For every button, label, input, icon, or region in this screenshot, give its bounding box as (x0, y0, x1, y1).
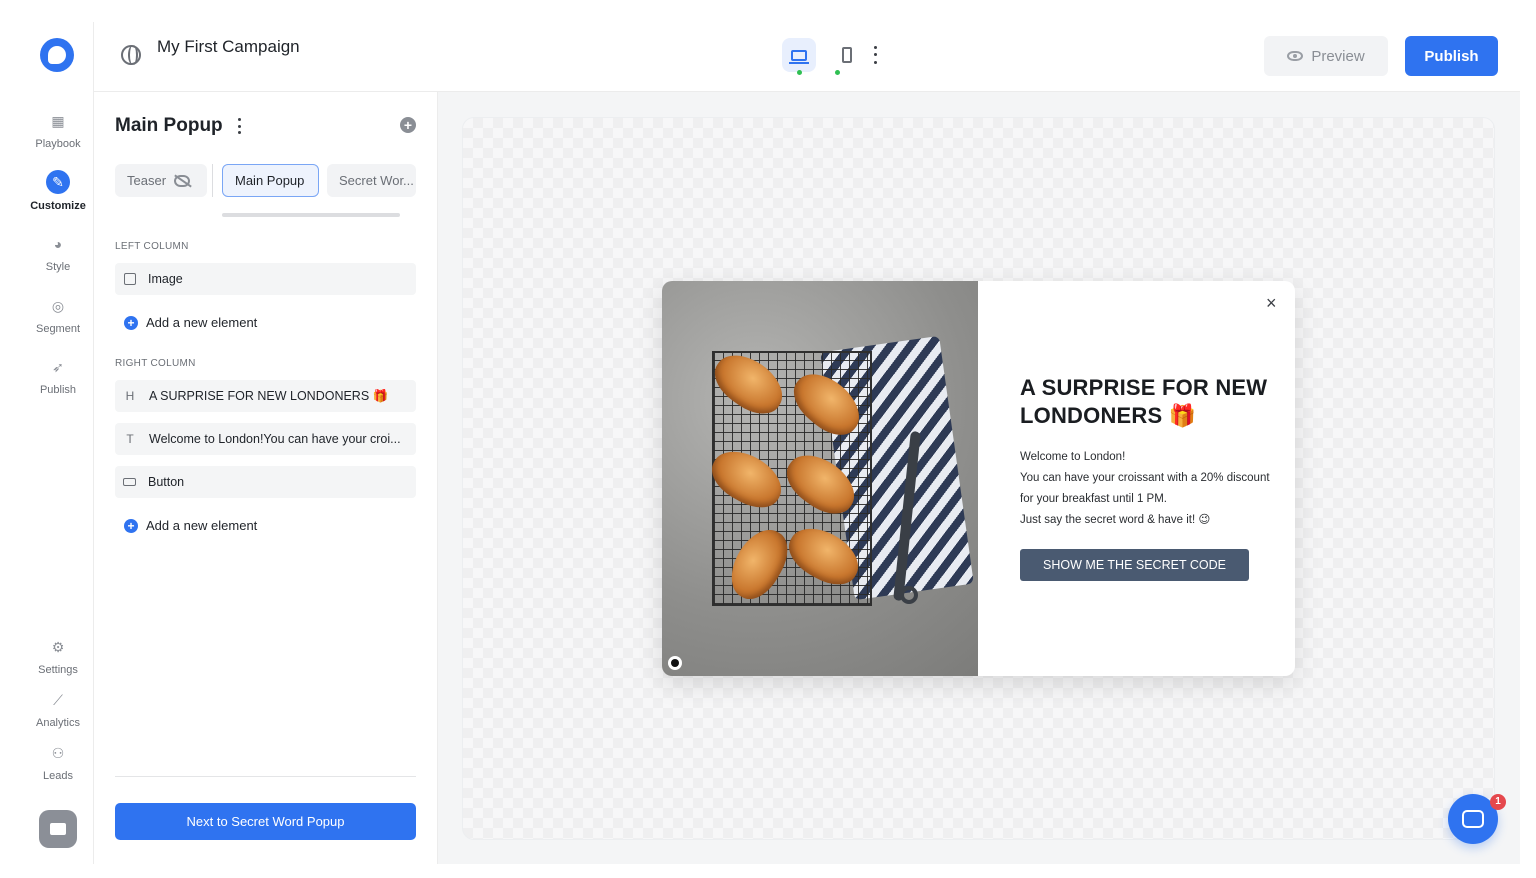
mobile-view-button[interactable] (830, 38, 864, 72)
right-column-label: RIGHT COLUMN (115, 358, 196, 369)
brand-badge-icon (668, 656, 682, 670)
rail-item-label: Publish (39, 384, 77, 396)
tab-secret-word[interactable]: Secret Wor... (327, 164, 416, 197)
rail-item-label: Segment (35, 323, 81, 335)
text-icon: T (126, 432, 134, 446)
users-icon: ⚇ (51, 744, 65, 761)
palette-icon: ◕ (53, 236, 63, 252)
more-options-icon[interactable] (870, 44, 880, 66)
add-element-right-button[interactable]: + Add a new element (124, 518, 257, 533)
tabs-scrollbar[interactable] (222, 213, 400, 217)
tab-label: Main Popup (235, 173, 305, 188)
chat-icon (1462, 810, 1484, 828)
popup-body[interactable]: Welcome to London! You can have your cro… (1020, 447, 1270, 531)
brand-logo[interactable] (40, 38, 74, 72)
element-row-heading[interactable]: H A SURPRISE FOR NEW LONDONERS 🎁 (115, 380, 416, 412)
image-icon (124, 273, 136, 285)
add-element-label: Add a new element (146, 518, 258, 533)
publish-button[interactable]: Publish (1405, 36, 1498, 76)
mobile-icon (842, 47, 852, 63)
gear-icon: ⚙ (51, 638, 65, 655)
panel-title: Main Popup (115, 115, 223, 136)
globe-icon[interactable] (121, 45, 141, 65)
chat-notification-badge: 1 (1490, 794, 1506, 810)
rail-item-playbook[interactable]: ▦ Playbook (22, 110, 94, 151)
grid-icon: ▦ (51, 112, 65, 129)
element-row-text[interactable]: T Welcome to London!You can have your cr… (115, 423, 416, 455)
desktop-view-button[interactable] (782, 38, 816, 72)
editor-panel: Main Popup + Teaser Main Popup Secret Wo… (94, 92, 438, 864)
element-label: Welcome to London!You can have your croi… (149, 432, 401, 446)
rail-item-label: Style (45, 261, 71, 273)
chart-line-icon: ⟋ (53, 691, 63, 708)
rail-item-label: Leads (43, 770, 73, 782)
pencil-icon: ✎ (46, 170, 70, 194)
rail-item-publish[interactable]: ➶ Publish (22, 356, 94, 397)
preview-button[interactable]: Preview (1264, 36, 1388, 76)
element-row-button[interactable]: Button (115, 466, 416, 498)
element-label: Image (148, 272, 183, 286)
popup-preview[interactable]: × A SURPRISE FOR NEW LONDONERS 🎁 Welcome… (662, 281, 1295, 676)
element-label: A SURPRISE FOR NEW LONDONERS 🎁 (149, 388, 389, 403)
add-element-left-button[interactable]: + Add a new element (124, 315, 257, 330)
panel-divider (115, 776, 416, 777)
tab-main-popup[interactable]: Main Popup (222, 164, 319, 197)
popup-body-line: Just say the secret word & have it! 😉 (1020, 514, 1211, 526)
rail-item-label: Customize (30, 200, 86, 212)
preview-label: Preview (1311, 47, 1365, 65)
rail-item-label: Analytics (35, 717, 81, 729)
campaign-title[interactable]: My First Campaign (157, 37, 300, 57)
element-label: Button (148, 475, 185, 489)
mobile-status-dot (835, 70, 840, 75)
next-step-button[interactable]: Next to Secret Word Popup (115, 803, 416, 840)
rail-item-analytics[interactable]: ⟋ Analytics (22, 689, 94, 730)
rail-item-segment[interactable]: ◎ Segment (22, 295, 94, 336)
plus-icon: + (124, 315, 138, 330)
desktop-icon (789, 49, 809, 64)
briefcase-icon (50, 823, 66, 835)
popup-image[interactable] (662, 281, 978, 676)
app-window: ▦ Playbook ✎ Customize ◕ Style ◎ Segment… (22, 22, 1520, 864)
rail-item-label: Settings (38, 664, 78, 676)
panel-more-icon[interactable] (236, 118, 242, 134)
rocket-icon: ➶ (52, 358, 64, 375)
tab-label: Teaser (127, 173, 167, 188)
eye-icon (1287, 51, 1304, 61)
tab-label: Secret Wor... (339, 173, 414, 188)
target-icon: ◎ (51, 297, 65, 314)
left-rail: ▦ Playbook ✎ Customize ◕ Style ◎ Segment… (22, 22, 94, 864)
popup-body-line: Welcome to London! (1020, 451, 1126, 463)
rail-item-settings[interactable]: ⚙ Settings (22, 636, 94, 677)
add-step-icon[interactable]: + (400, 117, 416, 133)
rail-item-style[interactable]: ◕ Style (22, 233, 94, 273)
tab-teaser[interactable]: Teaser (115, 164, 207, 197)
rail-item-leads[interactable]: ⚇ Leads (22, 742, 94, 783)
tab-divider (212, 164, 213, 197)
plus-icon: + (124, 518, 138, 533)
rail-item-customize[interactable]: ✎ Customize (22, 170, 94, 212)
top-bar: My First Campaign Preview Publish (94, 22, 1520, 92)
close-icon[interactable]: × (1266, 294, 1277, 312)
desktop-status-dot (797, 70, 802, 75)
popup-heading[interactable]: A SURPRISE FOR NEW LONDONERS 🎁 (1020, 374, 1270, 430)
button-icon (123, 478, 136, 486)
rail-item-label: Playbook (35, 138, 81, 150)
eye-off-icon (174, 174, 191, 187)
popup-cta-button[interactable]: SHOW ME THE SECRET CODE (1020, 549, 1249, 581)
popup-body-line: You can have your croissant with a 20% d… (1020, 472, 1270, 505)
tongs-graphic (900, 586, 918, 604)
add-element-label: Add a new element (146, 315, 258, 330)
briefcase-button[interactable] (39, 810, 77, 848)
left-column-label: LEFT COLUMN (115, 241, 189, 252)
element-row-image[interactable]: Image (115, 263, 416, 295)
heading-icon: H (125, 389, 135, 403)
